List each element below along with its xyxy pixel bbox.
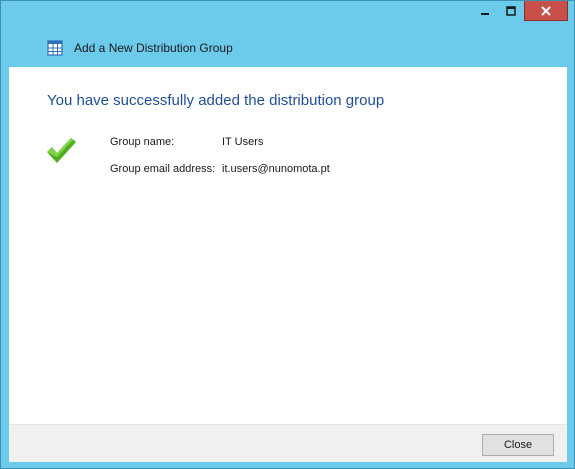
success-heading: You have successfully added the distribu… xyxy=(47,92,385,109)
minimize-icon xyxy=(481,13,489,15)
maximize-icon xyxy=(506,6,516,16)
content-panel: You have successfully added the distribu… xyxy=(9,67,567,424)
close-button[interactable]: Close xyxy=(482,434,554,456)
footer-bar: Close xyxy=(9,424,567,462)
checkmark-icon xyxy=(47,138,76,163)
window-close-button[interactable] xyxy=(524,1,568,21)
group-email-label: Group email address: xyxy=(110,163,216,175)
minimize-button[interactable] xyxy=(472,1,498,21)
close-icon xyxy=(541,5,551,16)
group-email-value: it.users@nunomota.pt xyxy=(222,163,330,175)
window-controls xyxy=(472,1,568,22)
wizard-header: Add a New Distribution Group xyxy=(9,29,566,67)
maximize-button[interactable] xyxy=(498,1,524,21)
window-title: Add a New Distribution Group xyxy=(74,41,233,55)
group-name-value: IT Users xyxy=(222,136,264,148)
distribution-group-icon xyxy=(47,40,63,56)
group-name-label: Group name: xyxy=(110,136,175,148)
wizard-window: Add a New Distribution Group You have su… xyxy=(0,0,575,469)
